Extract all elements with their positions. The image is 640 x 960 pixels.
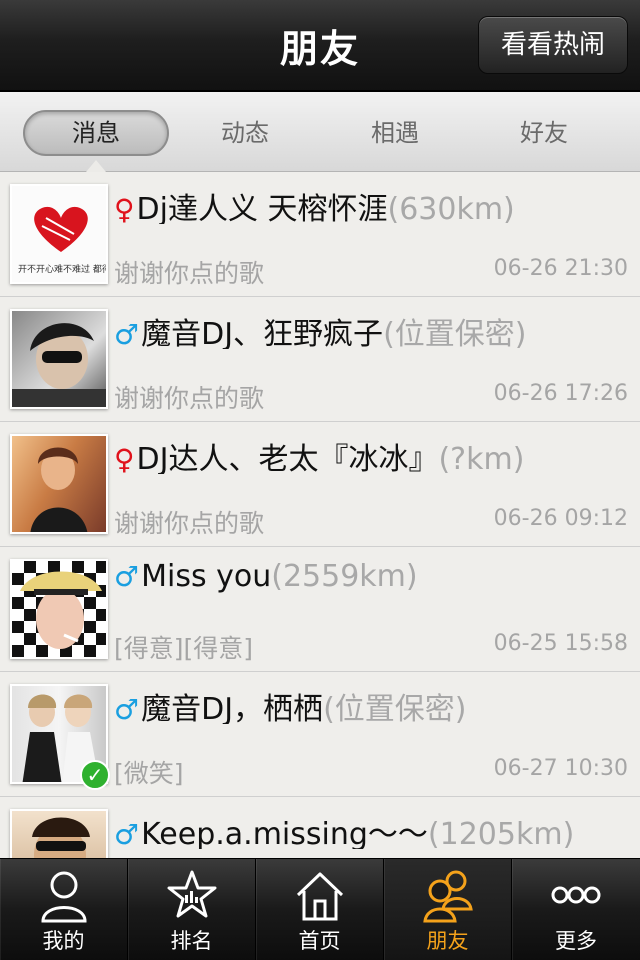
verified-check-icon: ✓ (80, 760, 110, 790)
more-icon (551, 886, 601, 904)
sender-name: Keep.a.missing～～ (141, 817, 428, 849)
see-hot-button[interactable]: 看看热闹 (478, 16, 628, 74)
tab-label: 我的 (42, 929, 85, 953)
sender-name: 魔音DJ，栖栖 (141, 692, 324, 724)
sender-distance: (?km) (438, 442, 525, 474)
avatar[interactable] (10, 434, 108, 534)
sender-distance: (2559km) (271, 559, 418, 594)
list-item[interactable]: 开不开心难不难过 都得过 ♀Dj達人义 天榕怀涯(630km) 谢谢你点的歌 0… (0, 172, 640, 297)
male-icon: ♂ (114, 318, 140, 349)
tab-label: 首页 (298, 929, 341, 953)
avatar[interactable] (10, 559, 108, 659)
sender-line: ♀Dj達人义 天榕怀涯(630km) (114, 184, 634, 224)
message-list[interactable]: 开不开心难不难过 都得过 ♀Dj達人义 天榕怀涯(630km) 谢谢你点的歌 0… (0, 172, 640, 858)
sender-distance: (630km) (387, 192, 515, 224)
bottom-tab-bar: 我的 排名 首页 朋友 更多 (0, 858, 640, 960)
tab-label: 排名 (170, 929, 213, 953)
navigation-bar: 朋友 看看热闹 (0, 0, 640, 92)
tab-ranking[interactable]: 排名 (128, 859, 256, 960)
avatar[interactable] (10, 809, 108, 858)
male-icon: ♂ (114, 693, 140, 724)
list-item[interactable]: ♀DJ达人、老太『冰冰』(?km) 谢谢你点的歌 06-26 09:12 (0, 422, 640, 547)
avatar[interactable]: 开不开心难不难过 都得过 (10, 184, 108, 284)
message-time: 06-26 21:30 (493, 256, 628, 281)
list-item[interactable]: ♂Keep.a.missing～～(1205km) (0, 797, 640, 858)
segment-pointer (86, 160, 106, 172)
tab-encounter[interactable]: 相遇 (322, 110, 468, 156)
tab-mine[interactable]: 我的 (0, 859, 128, 960)
sender-line: ♂Miss you(2559km) (114, 559, 634, 599)
list-item[interactable]: ♂魔音DJ、狂野疯子(位置保密) 谢谢你点的歌 06-26 17:26 (0, 297, 640, 422)
friends-icon (423, 870, 473, 923)
message-preview: 谢谢你点的歌 (114, 509, 265, 538)
message-time: 06-25 15:58 (493, 631, 628, 656)
sender-distance: (位置保密) (383, 317, 527, 349)
sender-line: ♂魔音DJ，栖栖(位置保密) (114, 684, 634, 724)
sender-line: ♂Keep.a.missing～～(1205km) (114, 809, 634, 849)
list-item[interactable]: ♂Miss you(2559km) [得意][得意] 06-25 15:58 (0, 547, 640, 672)
tab-label: 更多 (555, 929, 597, 953)
message-preview: [得意][得意] (114, 634, 254, 663)
tab-friends[interactable]: 好友 (471, 110, 617, 156)
male-icon: ♂ (114, 818, 140, 849)
tab-messages[interactable]: 消息 (23, 110, 169, 156)
sender-name: Dj達人义 天榕怀涯 (136, 192, 388, 224)
sender-line: ♂魔音DJ、狂野疯子(位置保密) (114, 309, 634, 349)
message-time: 06-26 17:26 (493, 381, 628, 406)
female-icon: ♀ (114, 193, 135, 224)
message-preview: [微笑] (114, 759, 184, 788)
tab-home[interactable]: 首页 (256, 859, 384, 960)
sender-line: ♀DJ达人、老太『冰冰』(?km) (114, 434, 634, 474)
star-icon (167, 870, 217, 918)
tab-friends-bottom[interactable]: 朋友 (384, 859, 512, 960)
avatar-caption: 开不开心难不难过 都得过 (18, 263, 108, 275)
sender-name: DJ达人、老太『冰冰』 (136, 442, 439, 474)
message-preview: 谢谢你点的歌 (114, 259, 265, 288)
message-time: 06-26 09:12 (493, 506, 628, 531)
male-icon: ♂ (114, 560, 140, 593)
home-icon (296, 872, 344, 921)
person-icon (41, 871, 87, 923)
tab-more[interactable]: 更多 (512, 859, 640, 960)
sender-distance: (1205km) (427, 817, 575, 849)
sender-distance: (位置保密) (323, 692, 467, 724)
sender-name: 魔音DJ、狂野疯子 (141, 317, 384, 349)
message-preview: 谢谢你点的歌 (114, 384, 265, 413)
tab-label: 朋友 (426, 929, 469, 953)
tab-activity[interactable]: 动态 (172, 110, 318, 156)
female-icon: ♀ (114, 443, 135, 474)
avatar[interactable] (10, 309, 108, 409)
sender-name: Miss you (141, 559, 272, 594)
message-time: 06-27 10:30 (493, 756, 628, 781)
